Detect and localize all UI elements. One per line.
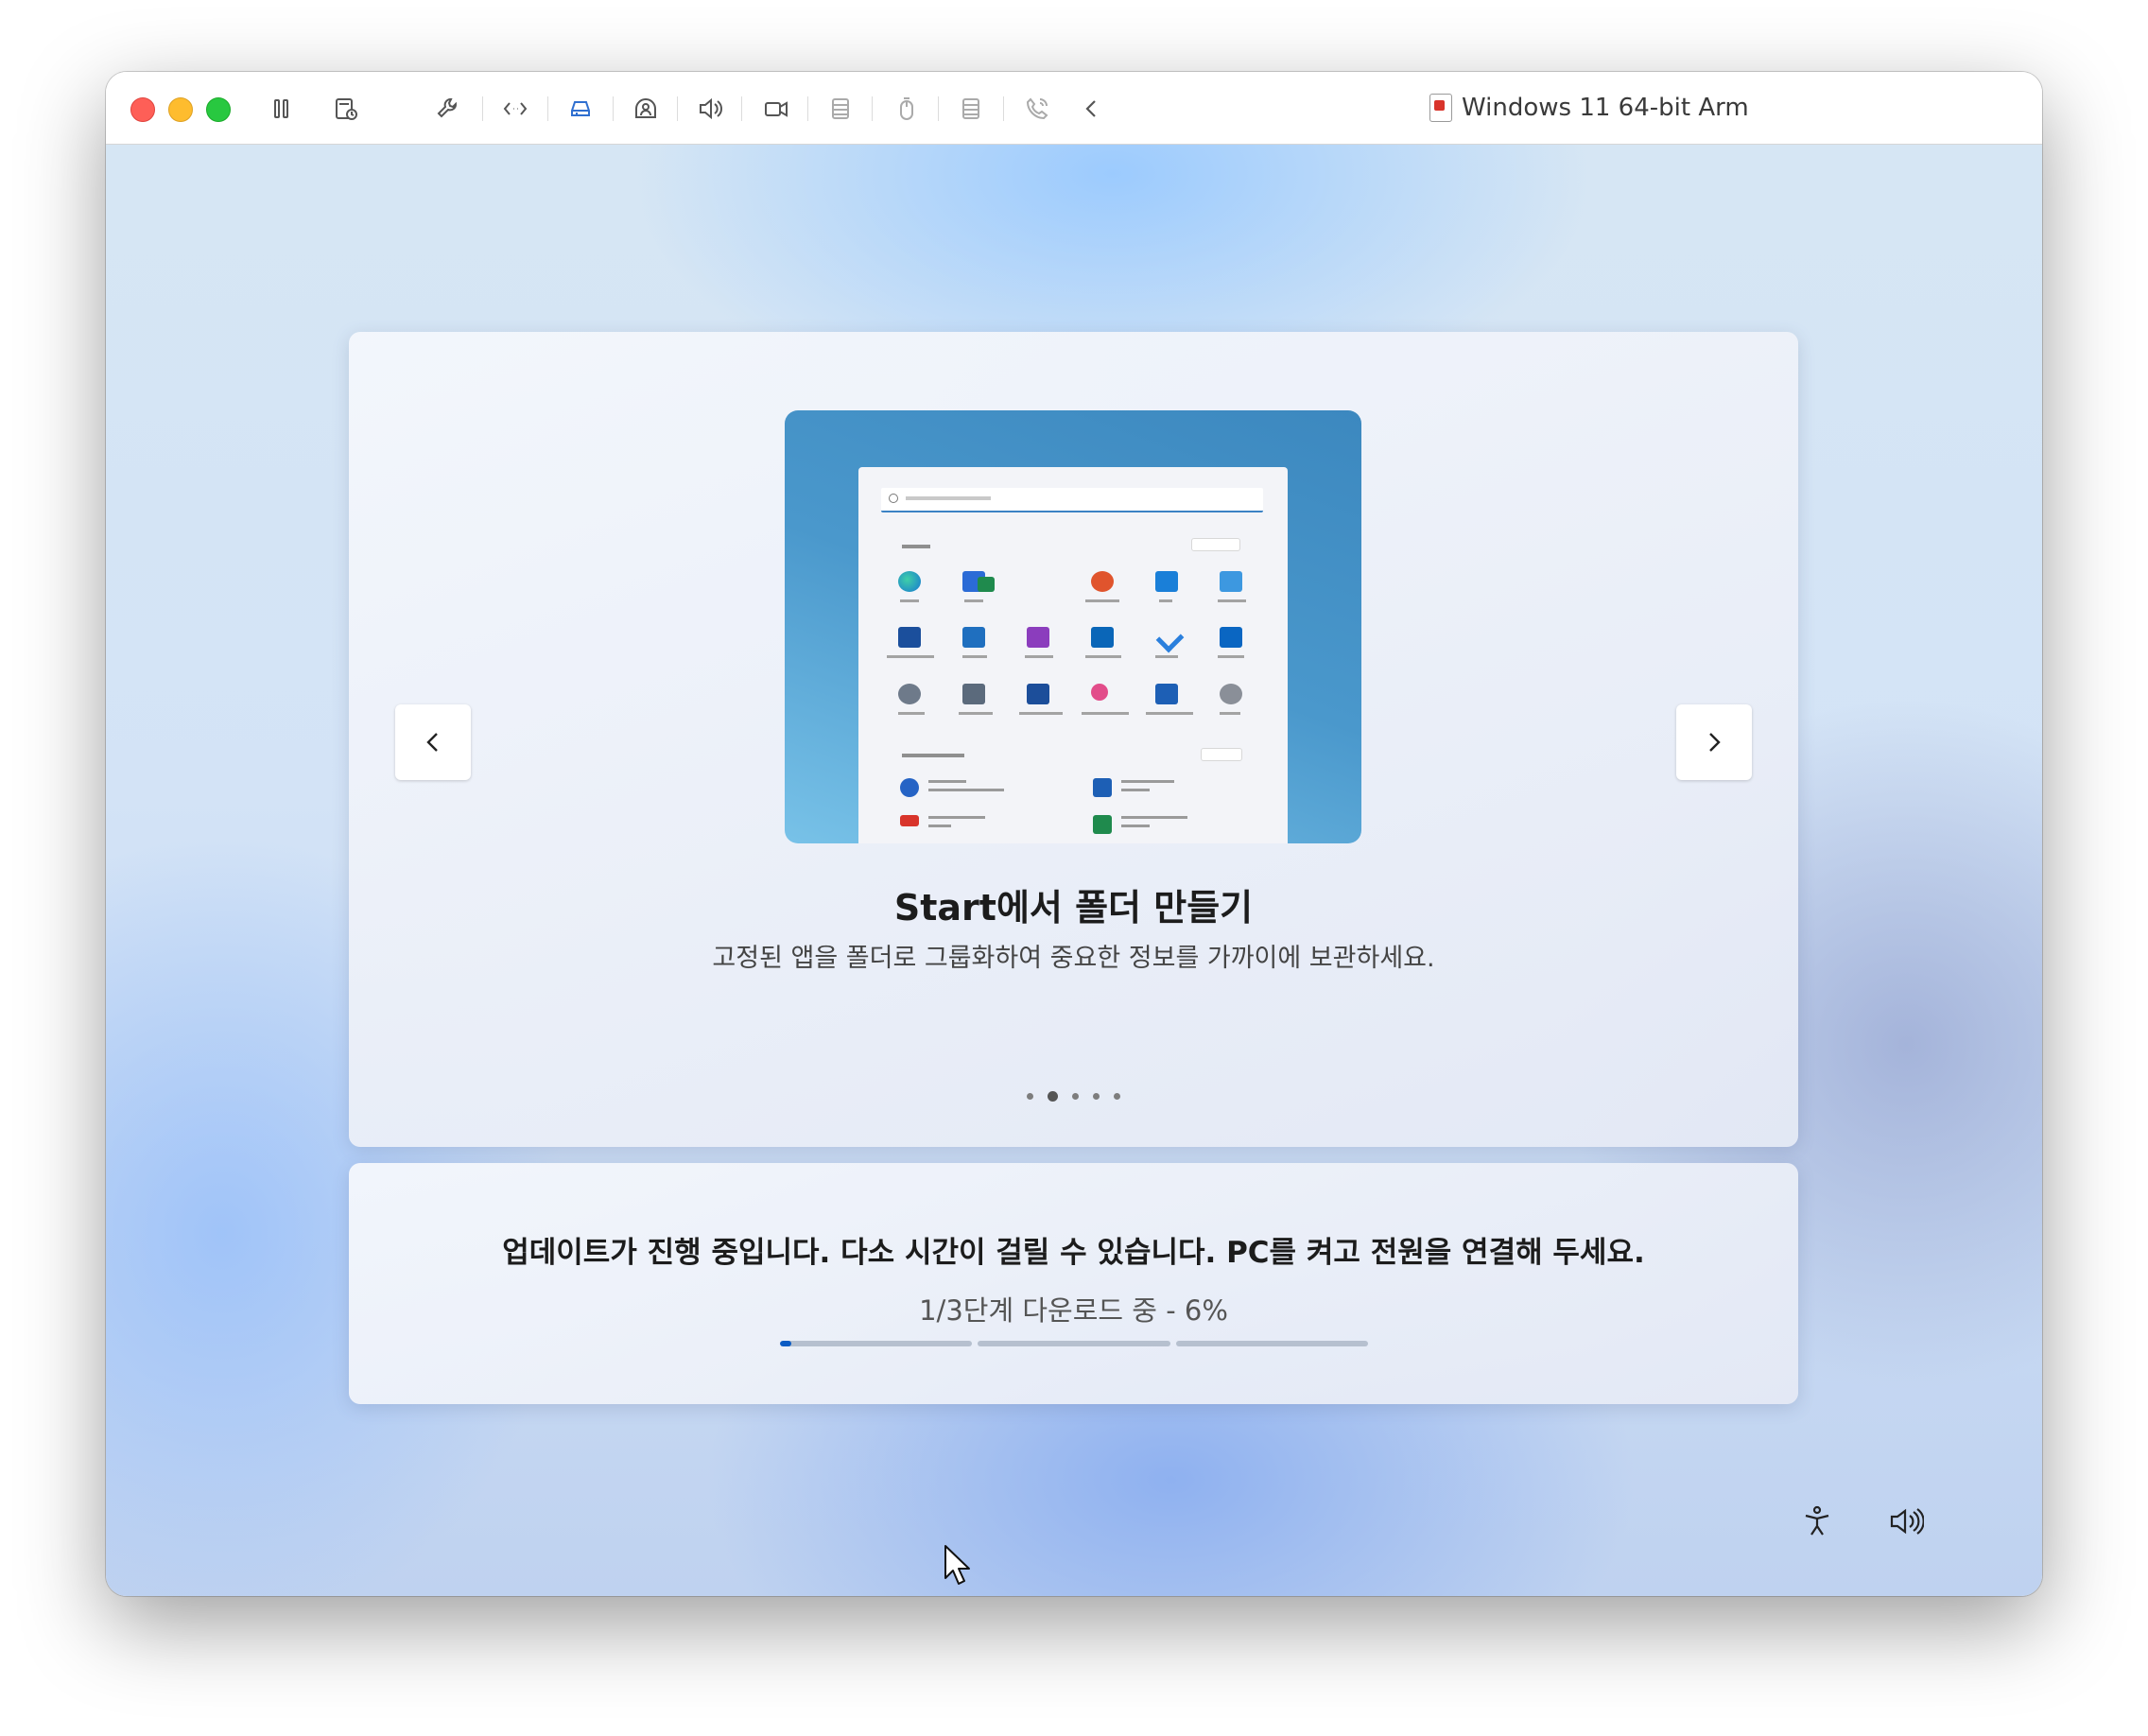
speaker-icon[interactable] (691, 90, 729, 128)
accessibility-icon[interactable] (1793, 1498, 1841, 1545)
title-bar: Windows 11 64-bit Arm (106, 72, 2042, 145)
update-progress-bar (780, 1341, 1368, 1347)
phone-icon[interactable] (1018, 90, 1056, 128)
previous-slide-button[interactable] (395, 704, 471, 780)
chevron-right-icon (1709, 733, 1721, 752)
maximize-window-button[interactable] (206, 97, 231, 122)
update-step-text: 1/3단계 다운로드 중 - 6% (919, 1294, 1228, 1327)
vm-title: Windows 11 64-bit Arm (1429, 91, 1749, 125)
mouse-icon[interactable] (888, 90, 926, 128)
disk-icon[interactable] (562, 90, 599, 128)
wrench-icon[interactable] (429, 90, 467, 128)
close-window-button[interactable] (130, 97, 155, 122)
printer-icon[interactable] (822, 90, 859, 128)
progress-segment (1175, 1341, 1368, 1346)
vm-document-icon (1429, 94, 1452, 122)
windows-oobe-screen: Start에서 폴더 만들기 고정된 앱을 폴더로 그룹화하여 중요한 정보를 … (106, 145, 2042, 1596)
update-message: 업데이트가 진행 중입니다. 다소 시간이 걸릴 수 있습니다. PC를 켜고 … (502, 1236, 1645, 1270)
camera-icon[interactable] (757, 90, 795, 128)
carousel-pagination (349, 1091, 1798, 1102)
snapshot-icon[interactable] (327, 90, 365, 128)
keyboard-icon[interactable] (952, 90, 990, 128)
slide-description: 고정된 앱을 폴더로 그룹화하여 중요한 정보를 가까이에 보관하세요. (712, 944, 1435, 973)
start-menu-illustration (858, 467, 1288, 843)
carousel-dot[interactable] (1027, 1093, 1033, 1100)
progress-segment (978, 1341, 1170, 1346)
chevron-left-icon[interactable] (1073, 90, 1111, 128)
progress-fill (780, 1341, 792, 1346)
mouse-cursor-icon (944, 1545, 970, 1585)
next-slide-button[interactable] (1676, 704, 1752, 780)
carousel-dot[interactable] (1093, 1093, 1100, 1100)
vm-window: Windows 11 64-bit Arm Start에서 폴더 만들기 고정된… (106, 72, 2042, 1596)
chevron-left-icon (426, 733, 438, 752)
slide-title: Start에서 폴더 만들기 (893, 887, 1254, 929)
code-icon[interactable] (496, 90, 534, 128)
minimize-window-button[interactable] (168, 97, 193, 122)
carousel-dot[interactable] (1072, 1093, 1079, 1100)
pause-icon[interactable] (263, 90, 301, 128)
feature-carousel: Start에서 폴더 만들기 고정된 앱을 폴더로 그룹화하여 중요한 정보를 … (349, 332, 1798, 1147)
slide-illustration (785, 410, 1361, 843)
carousel-dot[interactable] (1048, 1091, 1058, 1102)
carousel-dot[interactable] (1114, 1093, 1120, 1100)
progress-segment (780, 1341, 973, 1346)
volume-icon[interactable] (1881, 1498, 1929, 1545)
user-share-icon[interactable] (627, 90, 665, 128)
update-status-panel: 업데이트가 진행 중입니다. 다소 시간이 걸릴 수 있습니다. PC를 켜고 … (349, 1163, 1798, 1404)
vm-title-text: Windows 11 64-bit Arm (1462, 94, 1749, 122)
